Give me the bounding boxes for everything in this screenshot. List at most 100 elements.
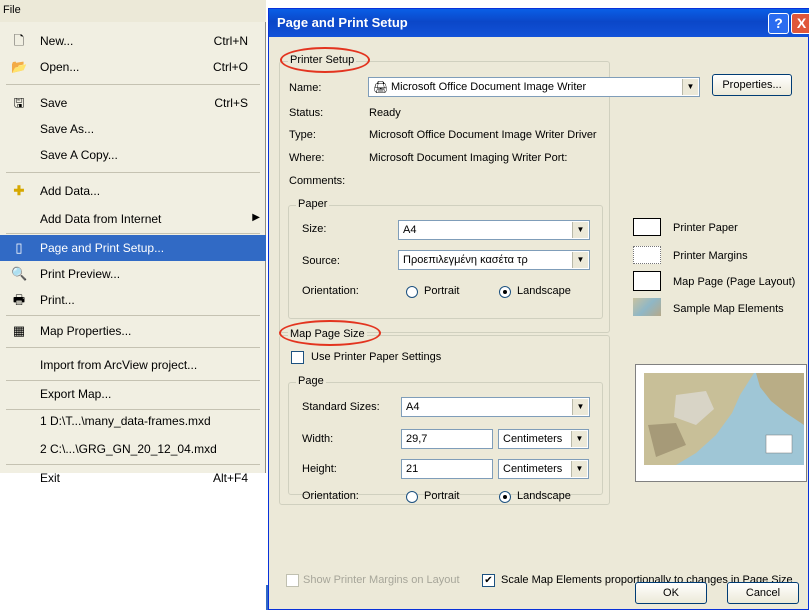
printer-name-value: Microsoft Office Document Image Writer (391, 81, 587, 93)
paper-source-select[interactable]: Προεπιλεγμένη κασέτα τρ ▼ (398, 250, 590, 270)
printer-name-select[interactable]: 🖨 Microsoft Office Document Image Writer… (368, 77, 700, 97)
menu-separator (6, 233, 260, 234)
menu-item-shortcut: Ctrl+N (213, 34, 248, 48)
name-label: Name: (289, 82, 322, 94)
menu-item-shortcut: Alt+F4 (212, 471, 248, 485)
map-portrait-radio[interactable] (406, 491, 418, 503)
properties-button[interactable]: Properties... (712, 74, 792, 96)
menu-item-recent-2[interactable]: 2 C:\...\GRG_GN_20_12_04.mxd (0, 436, 266, 462)
chevron-down-icon: ▼ (572, 222, 588, 238)
file-menu-dropdown: 🗋 New... Ctrl+N 📂 Open... Ctrl+O 🖫 Save … (0, 22, 266, 485)
menu-separator (6, 172, 260, 173)
use-printer-paper-checkbox[interactable] (291, 351, 304, 364)
page-setup-icon: ▯ (15, 240, 23, 255)
menu-item-add-data-internet[interactable]: Add Data from Internet ▶ (0, 206, 266, 232)
file-menu[interactable]: File (3, 4, 21, 16)
width-unit-value: Centimeters (503, 433, 563, 445)
paper-landscape-label: Landscape (517, 285, 571, 297)
legend-printer-paper: Printer Paper (673, 222, 738, 234)
show-margins-checkbox[interactable] (286, 574, 299, 587)
chevron-down-icon: ▼ (571, 431, 587, 447)
where-value: Microsoft Document Imaging Writer Port: (369, 152, 568, 164)
height-unit-select[interactable]: Centimeters ▼ (498, 459, 589, 479)
menu-bar: File (0, 0, 266, 22)
open-icon: 📂 (11, 59, 28, 74)
orientation-label: Orientation: (302, 285, 359, 297)
menu-separator (6, 315, 260, 316)
menu-item-print-preview[interactable]: 🔍 Print Preview... (0, 261, 266, 287)
menu-item-label: Add Data from Internet (40, 212, 162, 226)
menu-item-open[interactable]: 📂 Open... Ctrl+O (0, 54, 266, 80)
status-label: Status: (289, 107, 324, 119)
menu-item-label: 1 D:\T...\many_data-frames.mxd (40, 414, 211, 428)
ok-button[interactable]: OK (635, 582, 707, 604)
menu-item-recent-1[interactable]: 1 D:\T...\many_data-frames.mxd (0, 408, 266, 434)
add-data-icon: ✚ (13, 183, 25, 198)
sample-elements-icon (633, 298, 661, 316)
scale-elements-checkbox[interactable]: ✔ (482, 574, 495, 587)
menu-item-save[interactable]: 🖫 Save Ctrl+S (0, 90, 266, 116)
dialog-title: Page and Print Setup (277, 15, 408, 30)
menu-item-map-properties[interactable]: ▦ Map Properties... (0, 318, 266, 344)
save-icon: 🖫 (13, 95, 25, 110)
annotation-circle (280, 47, 370, 73)
menu-item-label: Save A Copy... (40, 148, 118, 162)
menu-item-exit[interactable]: Exit Alt+F4 (0, 465, 266, 491)
legend-sample-elements: Sample Map Elements (673, 303, 784, 315)
width-unit-select[interactable]: Centimeters ▼ (498, 429, 589, 449)
map-portrait-label: Portrait (424, 490, 460, 502)
print-preview-icon: 🔍 (11, 266, 28, 281)
chevron-down-icon: ▼ (571, 461, 587, 477)
menu-item-label: Exit (40, 471, 61, 485)
menu-item-export-map[interactable]: Export Map... (0, 381, 266, 407)
menu-item-label: New... (40, 34, 74, 48)
map-orientation-label: Orientation: (302, 490, 359, 502)
menu-item-save-as[interactable]: Save As... (0, 116, 266, 142)
menu-item-label: Save (40, 96, 68, 110)
menu-item-shortcut: Ctrl+S (214, 96, 248, 110)
menu-item-label: Export Map... (40, 387, 112, 401)
map-page-swatch (633, 271, 661, 291)
menu-item-page-print-setup[interactable]: ▯ Page and Print Setup... (0, 235, 266, 261)
page-title: Page (296, 375, 326, 387)
paper-portrait-label: Portrait (424, 285, 460, 297)
map-preview-image (644, 373, 804, 465)
help-button[interactable]: ? (768, 13, 789, 34)
printer-paper-swatch (633, 218, 661, 236)
menu-item-label: 2 C:\...\GRG_GN_20_12_04.mxd (40, 442, 217, 456)
source-label: Source: (302, 255, 340, 267)
menu-item-add-data[interactable]: ✚ Add Data... (0, 178, 266, 204)
chevron-down-icon: ▼ (572, 252, 588, 268)
chevron-down-icon: ▼ (572, 399, 588, 415)
menu-item-import-arcview[interactable]: Import from ArcView project... (0, 352, 266, 378)
height-label: Height: (302, 463, 337, 475)
paper-landscape-radio[interactable] (499, 286, 511, 298)
paper-size-value: A4 (403, 224, 417, 236)
map-landscape-radio[interactable] (499, 491, 511, 503)
chevron-down-icon: ▼ (682, 79, 698, 95)
menu-item-print[interactable]: 🖶 Print... (0, 287, 266, 313)
dialog-titlebar[interactable]: Page and Print Setup ? X (269, 9, 809, 37)
submenu-arrow-icon: ▶ (252, 212, 260, 223)
menu-item-label: Save As... (40, 122, 95, 136)
paper-source-value: Προεπιλεγμένη κασέτα τρ (403, 254, 528, 266)
paper-title: Paper (296, 198, 330, 210)
height-input[interactable]: 21 (401, 459, 493, 479)
paper-size-select[interactable]: A4 ▼ (398, 220, 590, 240)
map-landscape-label: Landscape (517, 490, 571, 502)
close-button[interactable]: X (791, 13, 809, 34)
menu-item-label: Add Data... (40, 184, 101, 198)
type-value: Microsoft Office Document Image Writer D… (369, 129, 597, 141)
cancel-button[interactable]: Cancel (727, 582, 799, 604)
menu-item-label: Page and Print Setup... (40, 241, 165, 255)
where-label: Where: (289, 152, 325, 164)
menu-separator (6, 347, 260, 348)
standard-sizes-select[interactable]: A4 ▼ (401, 397, 590, 417)
menu-item-new[interactable]: 🗋 New... Ctrl+N (0, 28, 266, 54)
paper-portrait-radio[interactable] (406, 286, 418, 298)
printer-icon: 🖨 (373, 80, 389, 94)
menu-item-label: Open... (40, 60, 80, 74)
width-input[interactable]: 29,7 (401, 429, 493, 449)
legend-printer-margins: Printer Margins (673, 250, 748, 262)
menu-item-save-copy[interactable]: Save A Copy... (0, 142, 266, 168)
